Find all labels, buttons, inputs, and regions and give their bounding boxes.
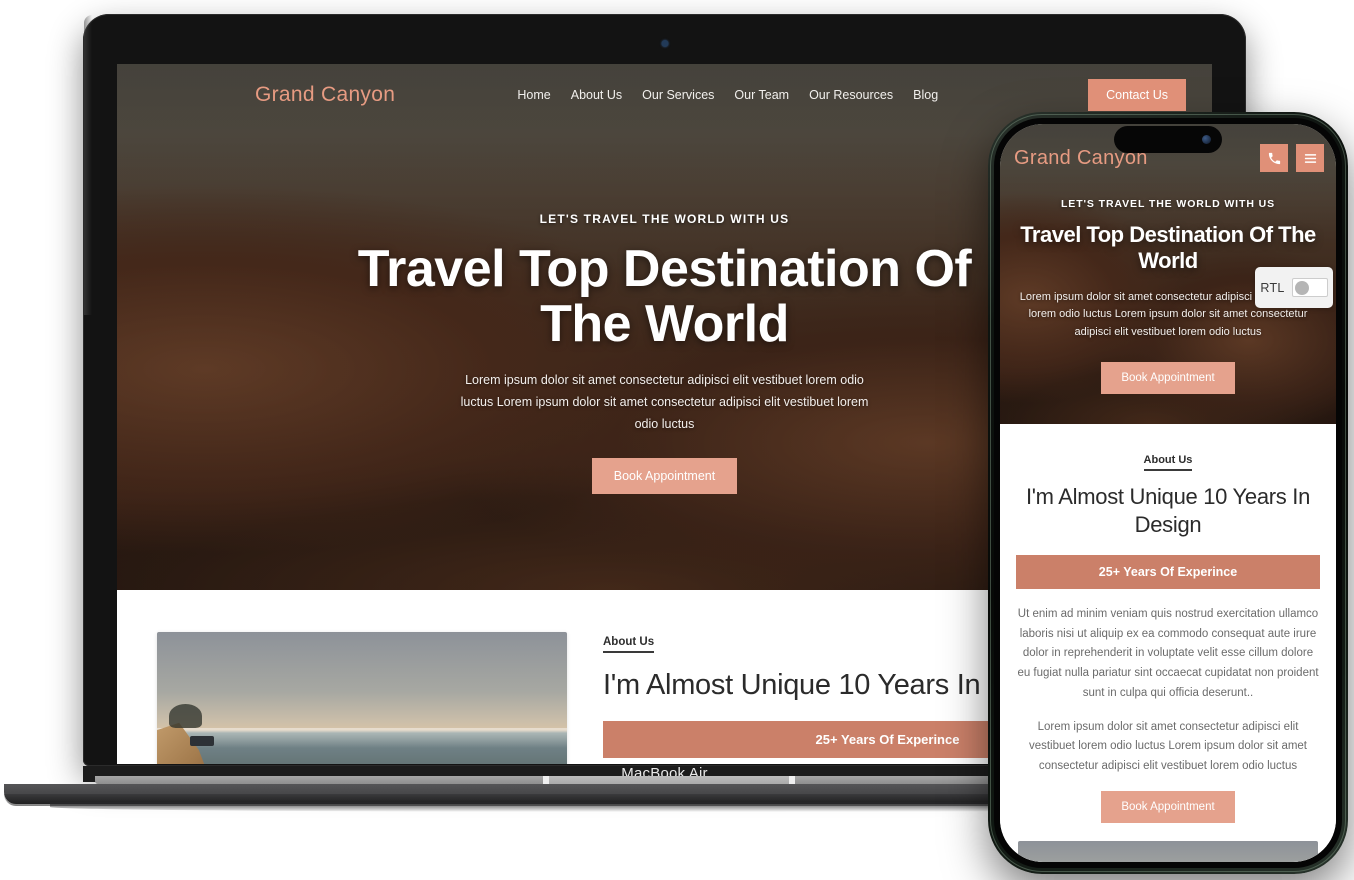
- phone-icon: [1268, 152, 1280, 164]
- about-canyon-photo-mobile: [1018, 841, 1318, 862]
- phone-dynamic-island: [1114, 126, 1222, 153]
- hero-book-appointment-button[interactable]: Book Appointment: [591, 457, 738, 494]
- nav-item-about-us[interactable]: About Us: [571, 88, 622, 102]
- rtl-toggle-knob: [1294, 280, 1309, 295]
- mobile-menu-button[interactable]: [1296, 144, 1324, 172]
- nav-item-our-services[interactable]: Our Services: [642, 88, 714, 102]
- rtl-label: RTL: [1260, 280, 1285, 295]
- photo-people: [189, 735, 215, 746]
- hero-section-desktop: Grand Canyon Home About Us Our Services …: [117, 64, 1212, 590]
- laptop-camera-icon: [661, 40, 668, 47]
- site-brand-logo[interactable]: Grand Canyon: [255, 83, 395, 107]
- rtl-toggle-widget[interactable]: RTL: [1255, 267, 1333, 308]
- front-camera-icon: [1202, 135, 1211, 144]
- hero-eyebrow: LET'S TRAVEL THE WORLD WITH US: [539, 212, 790, 226]
- nav-item-home[interactable]: Home: [517, 88, 550, 102]
- nav-item-our-resources[interactable]: Our Resources: [809, 88, 893, 102]
- photo-tree: [169, 703, 203, 728]
- about-cta-wrap: Book Appointment: [1016, 791, 1320, 823]
- hero-paragraph: Lorem ipsum dolor sit amet consectetur a…: [460, 373, 869, 431]
- nav-item-our-team[interactable]: Our Team: [734, 88, 789, 102]
- contact-us-button[interactable]: Contact Us: [1088, 79, 1186, 111]
- phone-call-button[interactable]: [1260, 144, 1288, 172]
- site-navbar-desktop: Grand Canyon Home About Us Our Services …: [117, 64, 1212, 126]
- photo-haze: [157, 727, 567, 748]
- hero-content-desktop: LET'S TRAVEL THE WORLD WITH US Travel To…: [117, 126, 1212, 590]
- mobile-nav-actions: [1260, 144, 1324, 172]
- primary-nav-desktop: Home About Us Our Services Our Team Our …: [517, 88, 938, 102]
- screenshot-stage: Grand Canyon Home About Us Our Services …: [0, 0, 1354, 880]
- hero-heading: Travel Top Destination Of The World: [357, 240, 972, 354]
- about-canyon-photo: [157, 631, 567, 764]
- about-paragraph-2: Lorem ipsum dolor sit amet consectetur a…: [1028, 720, 1308, 773]
- rtl-toggle-switch[interactable]: [1291, 278, 1328, 297]
- about-kicker: About Us: [603, 636, 655, 653]
- about-paragraph-1: Ut enim ad minim veniam quis nostrud exe…: [1017, 607, 1319, 699]
- nav-item-blog[interactable]: Blog: [913, 88, 938, 102]
- about-book-appointment-button-mobile[interactable]: Book Appointment: [1101, 791, 1235, 823]
- hamburger-menu-icon: [1304, 153, 1316, 163]
